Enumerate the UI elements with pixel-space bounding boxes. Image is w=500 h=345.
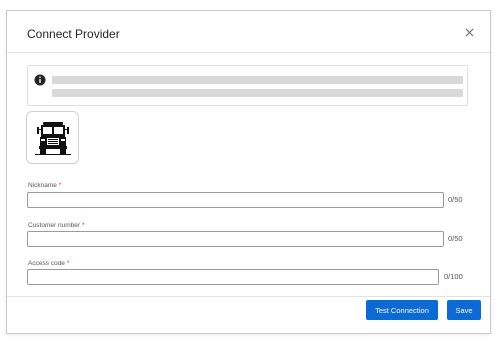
provider-logo — [26, 111, 79, 164]
nickname-counter: 0/50 — [448, 195, 463, 204]
dialog-title: Connect Provider — [27, 27, 120, 41]
close-button[interactable] — [462, 25, 476, 39]
access-code-label: Access code * — [28, 260, 70, 267]
required-mark: * — [82, 222, 85, 229]
customer-number-input[interactable] — [27, 231, 444, 247]
nickname-label: Nickname * — [28, 182, 62, 189]
info-banner — [27, 65, 468, 106]
connect-provider-dialog: Connect Provider Nickname * 0/50 Custome… — [6, 10, 491, 334]
required-mark: * — [58, 182, 62, 189]
footer-divider — [7, 296, 490, 297]
test-connection-button[interactable]: Test Connection — [366, 300, 438, 320]
customer-number-label: Customer number * — [28, 222, 85, 229]
header-divider — [7, 52, 490, 53]
required-mark: * — [66, 260, 70, 267]
customer-number-counter: 0/50 — [448, 234, 463, 243]
close-icon — [465, 28, 473, 36]
access-code-input[interactable] — [27, 269, 439, 285]
access-code-counter: 0/100 — [444, 272, 463, 281]
save-button[interactable]: Save — [447, 300, 481, 320]
info-placeholder-line-2 — [52, 89, 463, 97]
info-placeholder-line-1 — [52, 76, 463, 84]
nickname-input[interactable] — [27, 192, 444, 208]
info-icon — [34, 74, 46, 86]
truck-icon — [34, 121, 71, 155]
